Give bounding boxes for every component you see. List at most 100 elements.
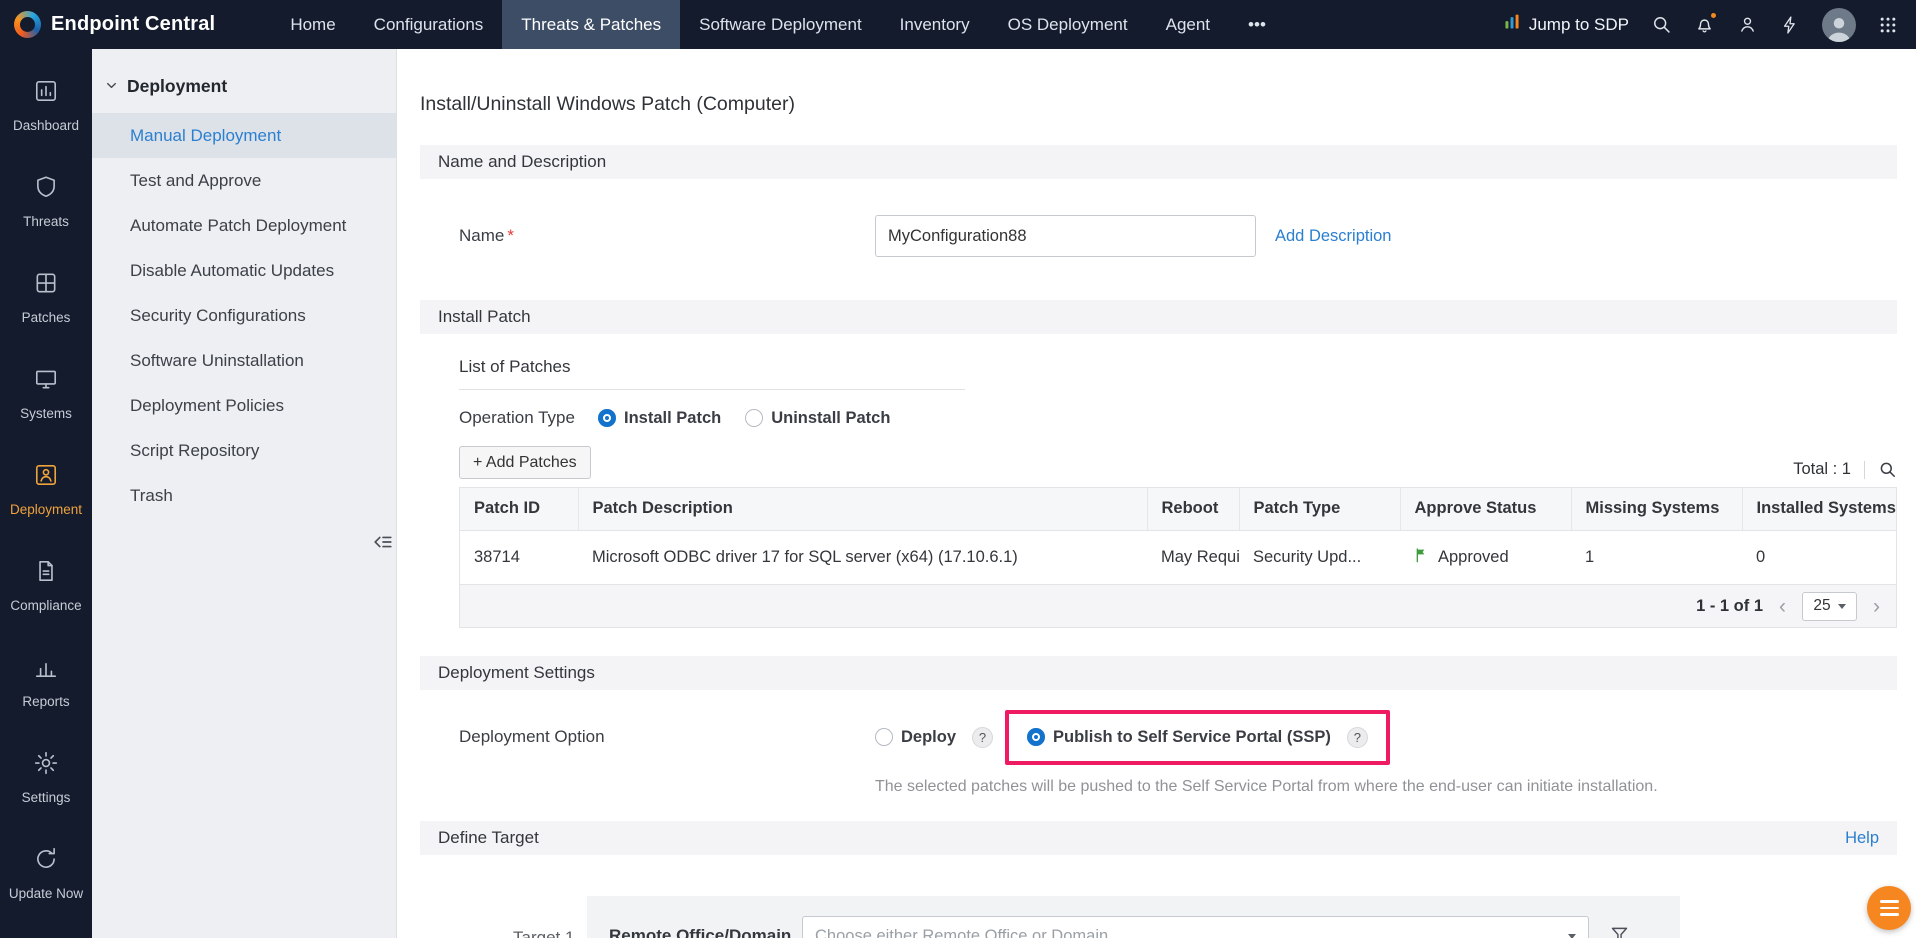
radio-label: Install Patch (624, 409, 721, 428)
main-content: Install/Uninstall Windows Patch (Compute… (397, 49, 1916, 938)
nav-item-agent[interactable]: Agent (1147, 0, 1229, 49)
radio-unselected-icon (875, 728, 893, 746)
apps-grid-icon[interactable] (1878, 15, 1898, 35)
jump-to-sdp-button[interactable]: Jump to SDP (1503, 13, 1629, 36)
operation-type-label: Operation Type (459, 408, 598, 428)
pagination-range: 1 - 1 of 1 (1696, 597, 1763, 616)
sidebar-item-script-repository[interactable]: Script Repository (92, 428, 396, 473)
quick-actions-bolt-icon[interactable] (1780, 15, 1800, 35)
sidebar-section-header[interactable]: Deployment (92, 49, 396, 113)
table-row[interactable]: 38714 Microsoft ODBC driver 17 for SQL s… (460, 530, 1897, 584)
sidebar-item-deployment-policies[interactable]: Deployment Policies (92, 383, 396, 428)
nav-item-inventory[interactable]: Inventory (881, 0, 989, 49)
ssp-helper-text: The selected patches will be pushed to t… (875, 778, 1897, 796)
section-header-define-target: Define Target Help (420, 821, 1897, 855)
col-reboot: Reboot (1147, 488, 1239, 530)
caret-down-icon (1568, 934, 1576, 938)
top-navigation: Endpoint Central Home Configurations Thr… (0, 0, 1916, 49)
user-avatar[interactable] (1822, 8, 1856, 42)
sidebar-item-test-and-approve[interactable]: Test and Approve (92, 158, 396, 203)
rail-label: Update Now (9, 886, 83, 901)
name-input[interactable] (875, 215, 1256, 257)
table-pagination: 1 - 1 of 1 ‹ 25 › (459, 585, 1897, 628)
help-link[interactable]: Help (1845, 829, 1879, 848)
nav-item-software-deployment[interactable]: Software Deployment (680, 0, 881, 49)
deployment-person-icon (33, 462, 59, 493)
target-area: Target 1 Remote Office/Domain Choose eit… (459, 896, 1897, 938)
operation-type-row: Operation Type Install Patch Uninstall P… (459, 408, 1897, 428)
section-title: Deployment Settings (438, 663, 595, 683)
sidebar-item-disable-automatic-updates[interactable]: Disable Automatic Updates (92, 248, 396, 293)
refresh-icon (33, 846, 59, 877)
floating-menu-button[interactable] (1867, 886, 1911, 930)
sidebar-item-software-uninstallation[interactable]: Software Uninstallation (92, 338, 396, 383)
search-patches-icon[interactable] (1878, 460, 1897, 479)
section-header-name-description: Name and Description (420, 145, 1897, 179)
page-size-value: 25 (1813, 597, 1830, 615)
notifications-bell-icon[interactable] (1694, 14, 1715, 35)
remote-office-domain-select[interactable]: Choose either Remote Office or Domain (802, 916, 1589, 938)
sidebar-item-security-configurations[interactable]: Security Configurations (92, 293, 396, 338)
caret-down-icon (1838, 604, 1846, 609)
name-label-text: Name (459, 226, 504, 245)
page-size-select[interactable]: 25 (1802, 592, 1857, 621)
section-title: Install Patch (438, 307, 531, 327)
nav-item-os-deployment[interactable]: OS Deployment (989, 0, 1147, 49)
sidebar-item-manual-deployment[interactable]: Manual Deployment (92, 113, 396, 158)
patch-toolbar-row: + Add Patches Total : 1 (459, 446, 1897, 479)
rail-item-dashboard[interactable]: Dashboard (0, 57, 92, 153)
add-patches-button[interactable]: + Add Patches (459, 446, 591, 479)
rail-item-deployment[interactable]: Deployment (0, 441, 92, 537)
monitor-icon (33, 366, 59, 397)
more-menu[interactable]: ••• (1229, 0, 1285, 49)
cell-approve-status: Approved (1400, 530, 1571, 584)
cell-patch-type: Security Upd... (1239, 530, 1400, 584)
search-icon[interactable] (1651, 14, 1672, 35)
list-of-patches-title: List of Patches (459, 357, 965, 390)
rail-label: Deployment (10, 502, 82, 517)
rail-item-systems[interactable]: Systems (0, 345, 92, 441)
sidebar-item-automate-patch-deployment[interactable]: Automate Patch Deployment (92, 203, 396, 248)
col-installed-systems: Installed Systems (1742, 488, 1897, 530)
install-patch-radio[interactable]: Install Patch (598, 409, 721, 428)
rail-item-update-now[interactable]: Update Now (0, 825, 92, 921)
nav-item-home[interactable]: Home (271, 0, 354, 49)
brand[interactable]: Endpoint Central (0, 11, 215, 38)
ssp-help-icon[interactable]: ? (1347, 727, 1368, 748)
prev-page-icon[interactable]: ‹ (1779, 596, 1786, 617)
deploy-radio[interactable]: Deploy (875, 728, 956, 747)
publish-ssp-radio[interactable]: Publish to Self Service Portal (SSP) (1027, 728, 1331, 747)
section-title: Define Target (438, 828, 539, 848)
gear-icon (33, 750, 59, 781)
sidebar-title: Deployment (127, 76, 227, 97)
nav-item-threats-patches[interactable]: Threats & Patches (502, 0, 680, 49)
document-icon (33, 558, 59, 589)
section-header-deployment-settings: Deployment Settings (420, 656, 1897, 690)
main-menu: Home Configurations Threats & Patches So… (271, 0, 1285, 49)
nav-item-configurations[interactable]: Configurations (355, 0, 503, 49)
deploy-help-icon[interactable]: ? (972, 727, 993, 748)
cell-patch-id: 38714 (460, 530, 578, 584)
radio-label: Publish to Self Service Portal (SSP) (1053, 728, 1331, 747)
rail-item-threats[interactable]: Threats (0, 153, 92, 249)
sidebar-collapse-icon[interactable] (372, 531, 394, 558)
next-page-icon[interactable]: › (1873, 596, 1880, 617)
remote-office-domain-label: Remote Office/Domain (609, 916, 802, 938)
add-description-link[interactable]: Add Description (1275, 227, 1391, 246)
patch-icon (33, 270, 59, 301)
rail-item-patches[interactable]: Patches (0, 249, 92, 345)
rail-item-reports[interactable]: Reports (0, 633, 92, 729)
topnav-right-cluster: Jump to SDP (1503, 8, 1916, 42)
uninstall-patch-radio[interactable]: Uninstall Patch (745, 409, 890, 428)
user-alerts-icon[interactable] (1737, 14, 1758, 35)
page-title: Install/Uninstall Windows Patch (Compute… (420, 93, 1897, 116)
jump-to-sdp-label: Jump to SDP (1529, 15, 1629, 35)
col-approve-status: Approve Status (1400, 488, 1571, 530)
cell-reboot: May Requi... (1147, 530, 1239, 584)
chevron-down-icon (105, 76, 118, 97)
rail-item-settings[interactable]: Settings (0, 729, 92, 825)
filter-funnel-icon[interactable] (1609, 916, 1630, 938)
rail-item-compliance[interactable]: Compliance (0, 537, 92, 633)
sidebar-item-trash[interactable]: Trash (92, 473, 396, 518)
cell-installed-systems: 0 (1742, 530, 1897, 584)
